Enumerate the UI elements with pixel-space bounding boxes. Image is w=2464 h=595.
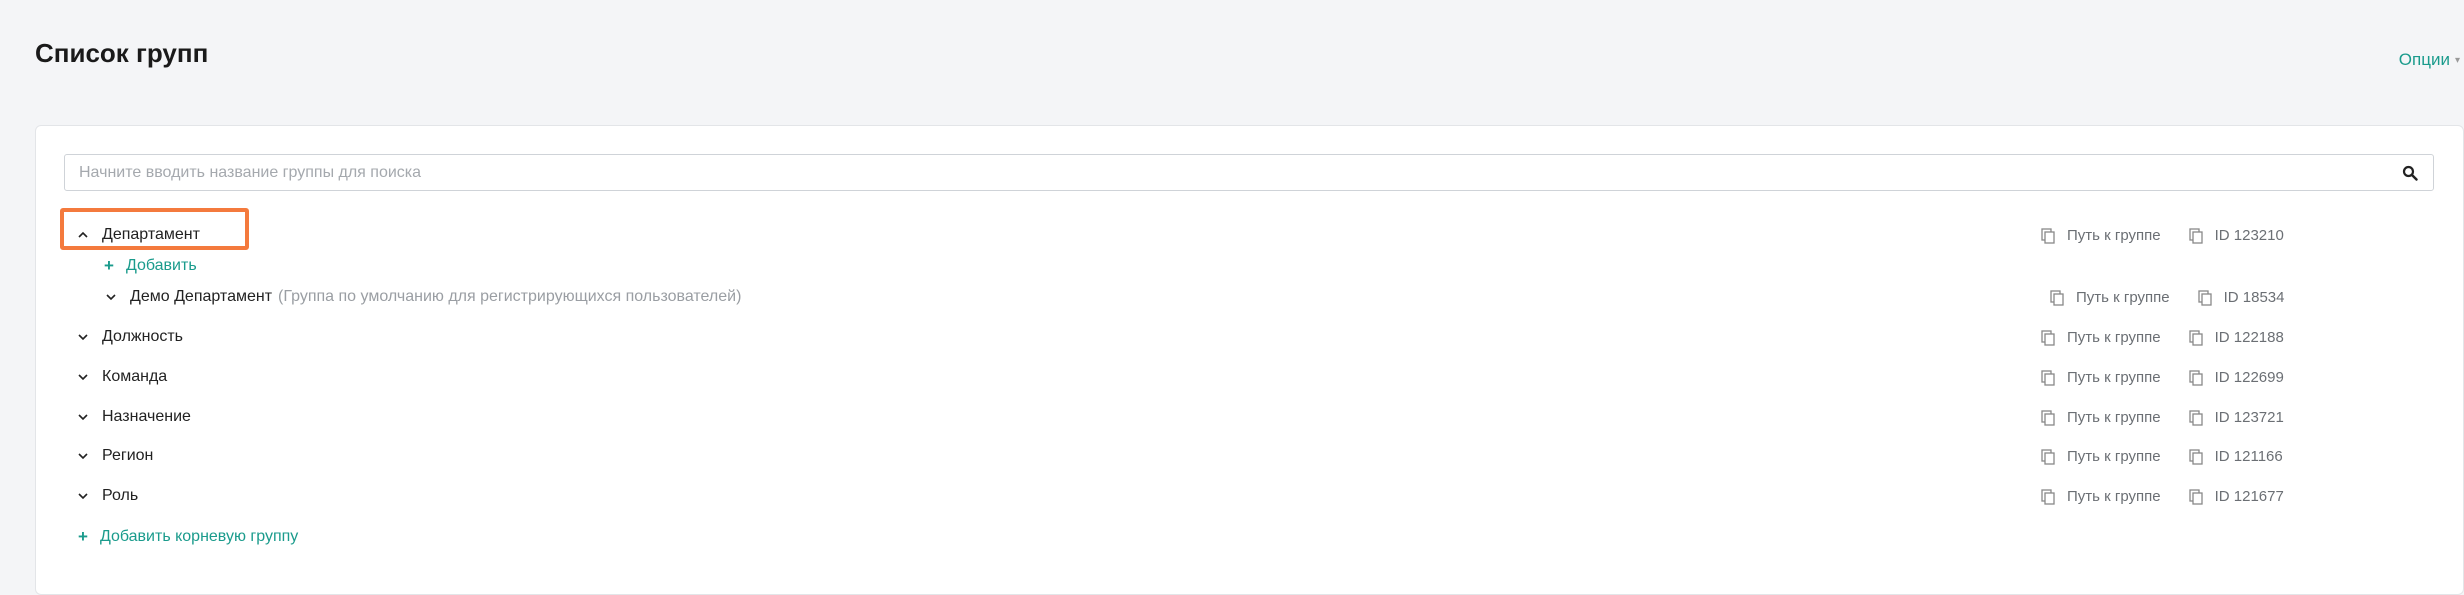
chevron-down-icon[interactable] <box>76 490 90 502</box>
copy-path-button[interactable]: Путь к группе <box>2041 409 2161 426</box>
group-meta: Путь к группе ID 123210 <box>2041 227 2284 244</box>
group-label[interactable]: Назначение <box>102 408 191 426</box>
group-hint: (Группа по умолчанию для регистрирующихс… <box>278 288 742 305</box>
plus-icon: + <box>104 256 114 275</box>
plus-icon: + <box>78 527 88 546</box>
chevron-down-icon[interactable] <box>104 291 118 303</box>
copy-icon <box>2197 289 2212 306</box>
copy-icon <box>2041 409 2055 426</box>
group-label[interactable]: Должность <box>102 328 183 346</box>
add-child-row: + Добавить <box>36 251 2464 281</box>
chevron-down-icon[interactable] <box>76 371 90 383</box>
copy-path-button[interactable]: Путь к группе <box>2050 289 2170 306</box>
copy-id-button[interactable]: ID 123721 <box>2188 409 2284 426</box>
chevron-up-icon[interactable] <box>76 229 90 241</box>
copy-icon <box>2188 227 2203 244</box>
copy-icon <box>2188 369 2203 386</box>
group-label[interactable]: Регион <box>102 447 153 465</box>
copy-icon <box>2041 329 2055 346</box>
copy-id-button[interactable]: ID 18534 <box>2197 289 2285 306</box>
options-label: Опции <box>2398 50 2450 69</box>
copy-icon <box>2188 488 2203 505</box>
options-menu-link[interactable]: Опции ▾ <box>2399 50 2460 70</box>
group-label[interactable]: Роль <box>102 487 138 505</box>
copy-path-button[interactable]: Путь к группе <box>2041 329 2161 346</box>
copy-icon <box>2188 329 2203 346</box>
copy-icon <box>2041 369 2055 386</box>
copy-icon <box>2050 289 2064 306</box>
chevron-down-icon[interactable] <box>76 450 90 462</box>
groups-card: Департамент Путь к группе ID 123210 + До… <box>35 125 2464 595</box>
copy-id-button[interactable]: ID 122699 <box>2188 369 2284 386</box>
group-meta: Путь к группе ID 121166 <box>2041 448 2283 465</box>
group-label[interactable]: Демо Департамент <box>130 288 272 306</box>
add-child-button[interactable]: + Добавить <box>104 256 197 276</box>
copy-path-button[interactable]: Путь к группе <box>2041 227 2161 244</box>
copy-id-button[interactable]: ID 121166 <box>2188 448 2283 465</box>
group-meta: Путь к группе ID 123721 <box>2041 409 2284 426</box>
copy-id-button[interactable]: ID 121677 <box>2188 488 2284 505</box>
copy-icon <box>2041 227 2055 244</box>
chevron-down-icon[interactable] <box>76 331 90 343</box>
group-label[interactable]: Команда <box>102 368 167 386</box>
search-input[interactable] <box>79 163 2401 182</box>
group-meta: Путь к группе ID 18534 <box>2050 289 2285 306</box>
add-root-row: + Добавить корневую группу <box>36 522 2464 552</box>
group-meta: Путь к группе ID 121677 <box>2041 488 2284 505</box>
group-meta: Путь к группе ID 122188 <box>2041 329 2284 346</box>
chevron-down-icon: ▾ <box>2454 54 2460 66</box>
copy-id-button[interactable]: ID 123210 <box>2188 227 2284 244</box>
group-label[interactable]: Департамент <box>102 226 200 244</box>
group-meta: Путь к группе ID 122699 <box>2041 369 2284 386</box>
add-root-group-button[interactable]: + Добавить корневую группу <box>78 527 298 547</box>
copy-icon <box>2041 488 2055 505</box>
copy-icon <box>2188 448 2203 465</box>
copy-icon <box>2188 409 2203 426</box>
copy-icon <box>2041 448 2055 465</box>
copy-path-button[interactable]: Путь к группе <box>2041 448 2161 465</box>
copy-id-button[interactable]: ID 122188 <box>2188 329 2284 346</box>
copy-path-button[interactable]: Путь к группе <box>2041 488 2161 505</box>
page-title: Список групп <box>35 38 209 68</box>
search-icon[interactable] <box>2401 164 2419 182</box>
copy-path-button[interactable]: Путь к группе <box>2041 369 2161 386</box>
chevron-down-icon[interactable] <box>76 411 90 423</box>
search-box <box>64 154 2434 191</box>
